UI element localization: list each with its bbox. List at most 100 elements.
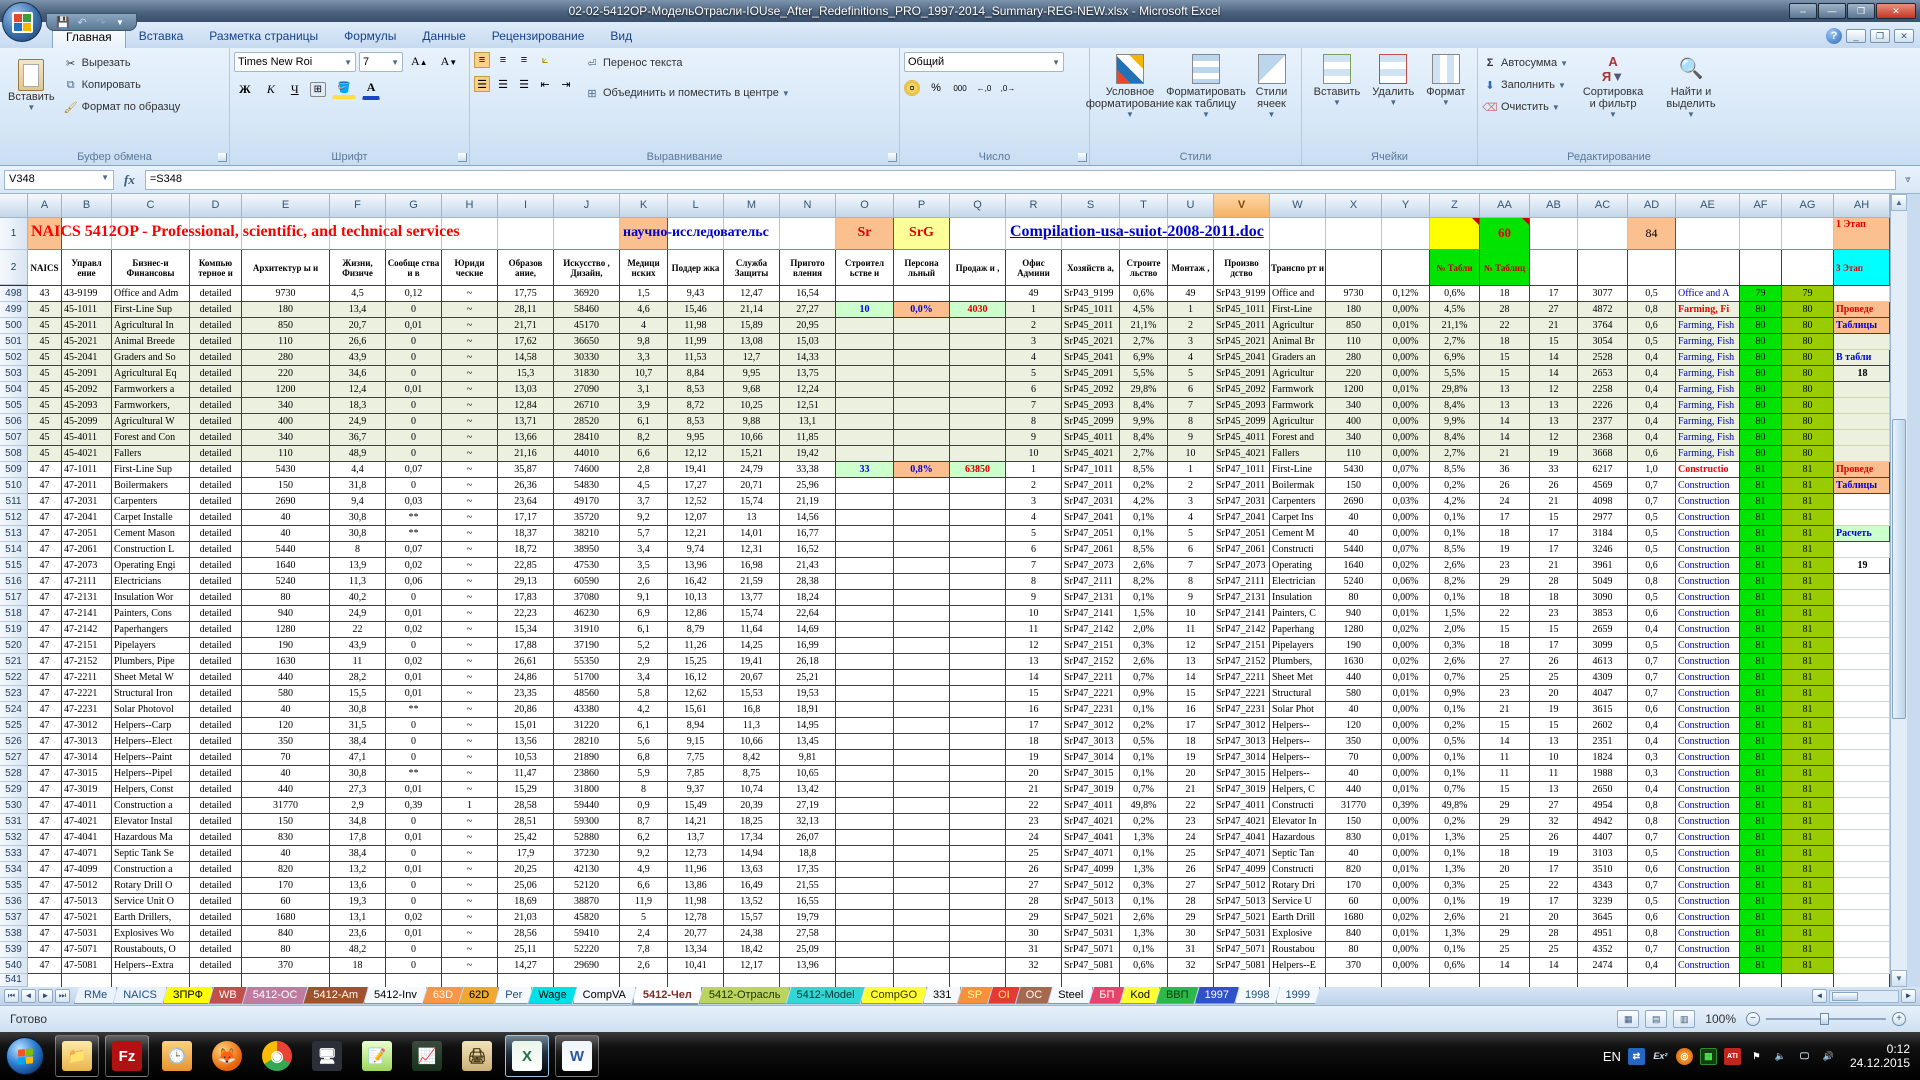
- cell-W512[interactable]: Carpet Ins: [1270, 510, 1326, 526]
- cell-N525[interactable]: 14,95: [780, 718, 836, 734]
- cell-N523[interactable]: 19,53: [780, 686, 836, 702]
- cell-B538[interactable]: 47-5031: [62, 926, 112, 942]
- cell-M526[interactable]: 10,66: [724, 734, 780, 750]
- save-icon[interactable]: 💾: [55, 16, 71, 29]
- language-indicator[interactable]: EN: [1603, 1049, 1621, 1064]
- cell-AG525[interactable]: 81: [1782, 718, 1834, 734]
- cell-E528[interactable]: 40: [242, 766, 330, 782]
- cell-X522[interactable]: 440: [1326, 670, 1382, 686]
- cell-H507[interactable]: ~: [442, 430, 498, 446]
- cell-Z517[interactable]: 0,1%: [1430, 590, 1480, 606]
- cell-S512[interactable]: SrP47_2041: [1062, 510, 1120, 526]
- cell-styles-button[interactable]: Стили ячеек▼: [1246, 52, 1297, 121]
- ribbon-tab-Формулы[interactable]: Формулы: [331, 25, 409, 48]
- cell-AE532[interactable]: Construction: [1676, 830, 1740, 846]
- cell-A499[interactable]: 45: [28, 302, 62, 318]
- cell-A533[interactable]: 47: [28, 846, 62, 862]
- cell-D514[interactable]: detailed: [190, 542, 242, 558]
- cell-H525[interactable]: ~: [442, 718, 498, 734]
- cell-W515[interactable]: Operating: [1270, 558, 1326, 574]
- cell-H524[interactable]: ~: [442, 702, 498, 718]
- cell-V524[interactable]: SrP47_2231: [1214, 702, 1270, 718]
- cell-AF514[interactable]: 81: [1740, 542, 1782, 558]
- cell-AE521[interactable]: Construction: [1676, 654, 1740, 670]
- cell-AC531[interactable]: 4942: [1578, 814, 1628, 830]
- cell-Q528[interactable]: [950, 766, 1006, 782]
- cell-F506[interactable]: 24,9: [330, 414, 386, 430]
- cell-O513[interactable]: [836, 526, 894, 542]
- sheet-tab-ВВП[interactable]: ВВП: [1156, 987, 1199, 1004]
- cell-K507[interactable]: 8,2: [620, 430, 668, 446]
- cell-AG512[interactable]: 81: [1782, 510, 1834, 526]
- cell-F498[interactable]: 4,5: [330, 286, 386, 302]
- cell-A514[interactable]: 47: [28, 542, 62, 558]
- sheet-tab-5412-Model[interactable]: 5412-Model: [786, 987, 864, 1004]
- cell-A540[interactable]: 47: [28, 958, 62, 974]
- cell-AC508[interactable]: 3668: [1578, 446, 1628, 462]
- cell-J517[interactable]: 37080: [554, 590, 620, 606]
- cell-G540[interactable]: 0: [386, 958, 442, 974]
- cell-Z500[interactable]: 21,1%: [1430, 318, 1480, 334]
- cell-D527[interactable]: detailed: [190, 750, 242, 766]
- cell-A527[interactable]: 47: [28, 750, 62, 766]
- cell-C535[interactable]: Rotary Drill O: [112, 878, 190, 894]
- cell-H540[interactable]: ~: [442, 958, 498, 974]
- cell-AH540[interactable]: [1834, 958, 1890, 974]
- first-sheet-button[interactable]: ⏮: [4, 989, 19, 1003]
- cell-L527[interactable]: 7,75: [668, 750, 724, 766]
- font-dialog-launcher[interactable]: [458, 153, 467, 162]
- cell-Q531[interactable]: [950, 814, 1006, 830]
- cell-E501[interactable]: 110: [242, 334, 330, 350]
- cell-AA506[interactable]: 14: [1480, 414, 1530, 430]
- column-header-AD[interactable]: AD: [1628, 194, 1676, 218]
- cell-T514[interactable]: 8,5%: [1120, 542, 1168, 558]
- cell-AE510[interactable]: Construction: [1676, 478, 1740, 494]
- cell-R502[interactable]: 4: [1006, 350, 1062, 366]
- cell-I540[interactable]: 14,27: [498, 958, 554, 974]
- cell-AH524[interactable]: [1834, 702, 1890, 718]
- cell-S513[interactable]: SrP47_2051: [1062, 526, 1120, 542]
- cell-N514[interactable]: 16,52: [780, 542, 836, 558]
- cell-X498[interactable]: 9730: [1326, 286, 1382, 302]
- cell-R517[interactable]: 9: [1006, 590, 1062, 606]
- cell-L520[interactable]: 11,26: [668, 638, 724, 654]
- cell-Y522[interactable]: 0,01%: [1382, 670, 1430, 686]
- cell-H535[interactable]: ~: [442, 878, 498, 894]
- cell-V523[interactable]: SrP47_2221: [1214, 686, 1270, 702]
- cell-B522[interactable]: 47-2211: [62, 670, 112, 686]
- cell-K519[interactable]: 6,1: [620, 622, 668, 638]
- cell-W537[interactable]: Earth Drill: [1270, 910, 1326, 926]
- cell-Q511[interactable]: [950, 494, 1006, 510]
- cell-M512[interactable]: 13: [724, 510, 780, 526]
- cell-AB534[interactable]: 17: [1530, 862, 1578, 878]
- cell-O534[interactable]: [836, 862, 894, 878]
- cell-Y501[interactable]: 0,00%: [1382, 334, 1430, 350]
- cell-AE540[interactable]: Construction: [1676, 958, 1740, 974]
- cell-N505[interactable]: 12,51: [780, 398, 836, 414]
- cell-I536[interactable]: 18,69: [498, 894, 554, 910]
- cell-AB514[interactable]: 17: [1530, 542, 1578, 558]
- cell-Z504[interactable]: 29,8%: [1430, 382, 1480, 398]
- cell-AD502[interactable]: 0,4: [1628, 350, 1676, 366]
- cell-E522[interactable]: 440: [242, 670, 330, 686]
- cell-S521[interactable]: SrP47_2152: [1062, 654, 1120, 670]
- cell-N521[interactable]: 26,18: [780, 654, 836, 670]
- row-header-504[interactable]: 504: [0, 382, 28, 398]
- cell-L530[interactable]: 15,49: [668, 798, 724, 814]
- cell-A503[interactable]: 45: [28, 366, 62, 382]
- column-header-U[interactable]: U: [1168, 194, 1214, 218]
- percent-icon[interactable]: %: [928, 80, 944, 96]
- cell-E520[interactable]: 190: [242, 638, 330, 654]
- cell-AE513[interactable]: Construction: [1676, 526, 1740, 542]
- cell-AF513[interactable]: 81: [1740, 526, 1782, 542]
- cell-L521[interactable]: 15,25: [668, 654, 724, 670]
- cell-AE536[interactable]: Construction: [1676, 894, 1740, 910]
- cell-M536[interactable]: 13,52: [724, 894, 780, 910]
- number-format-combo[interactable]: Общий▼: [904, 52, 1064, 72]
- conditional-formatting-button[interactable]: Условное форматирование▼: [1094, 52, 1166, 121]
- cell-X530[interactable]: 31770: [1326, 798, 1382, 814]
- cell-W498[interactable]: Office and: [1270, 286, 1326, 302]
- cell-R508[interactable]: 10: [1006, 446, 1062, 462]
- cell-J512[interactable]: 35720: [554, 510, 620, 526]
- cell-AG534[interactable]: 81: [1782, 862, 1834, 878]
